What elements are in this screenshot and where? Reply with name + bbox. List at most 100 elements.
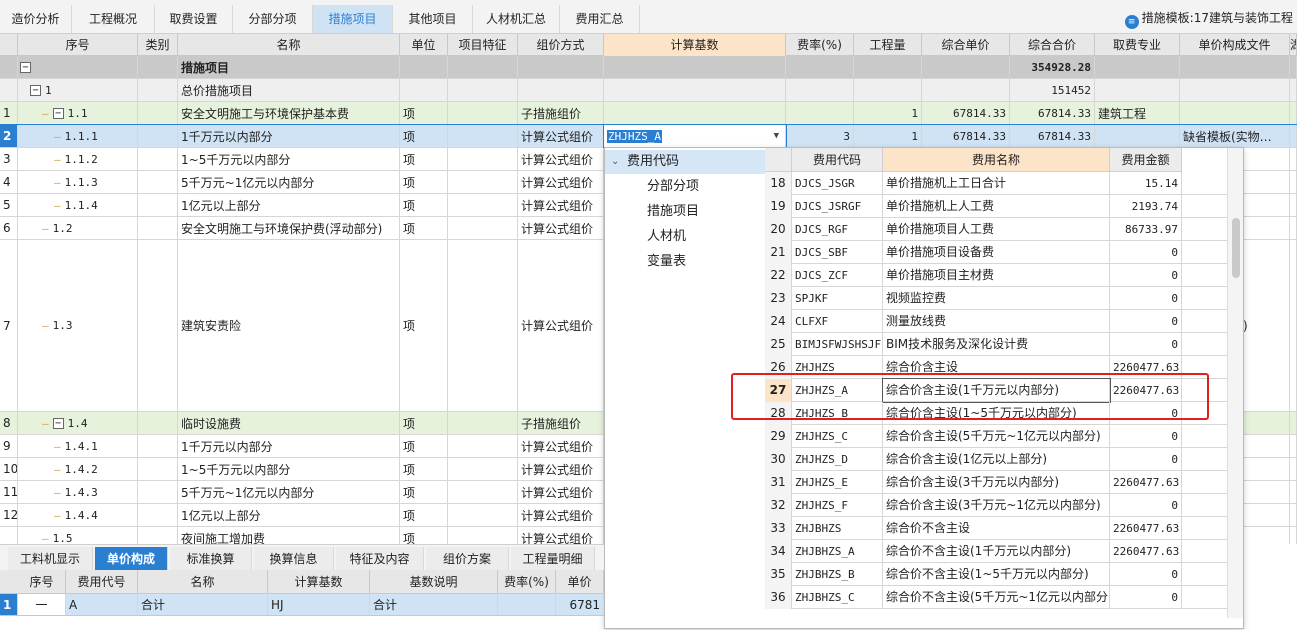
- cell-base[interactable]: [604, 102, 786, 124]
- fee-code-row[interactable]: 30 ZHJHZS_D 综合价含主设(1亿元以上部分) 0: [765, 448, 1243, 471]
- bottom-cell-name[interactable]: 合计: [138, 594, 268, 615]
- column-header-6[interactable]: 组价方式: [518, 34, 604, 56]
- bottom-header-6[interactable]: 单价: [556, 570, 604, 594]
- fee-code-row[interactable]: 20 DJCS_RGF 单价措施项目人工费 86733.97: [765, 218, 1243, 241]
- grid-row[interactable]: 2—1.1.1 1千万元以内部分项计算公式组价 ZHJHZS_A ▼ 3 1 67814.3…: [0, 124, 1297, 149]
- column-header-12[interactable]: 取费专业: [1095, 34, 1180, 56]
- fee-code-row[interactable]: 36 ZHJBHZS_C 综合价不含主设(5千万元~1亿元以内部分) 0: [765, 586, 1243, 609]
- bottom-header-5[interactable]: 费率(%): [498, 570, 556, 594]
- bottom-cell-desc[interactable]: 合计: [370, 594, 498, 615]
- column-header-5[interactable]: 项目特征: [448, 34, 518, 56]
- popup-header-1[interactable]: 费用代码: [792, 148, 883, 172]
- bottom-cell-base[interactable]: HJ: [268, 594, 370, 615]
- column-header-4[interactable]: 单位: [400, 34, 448, 56]
- measure-template-indicator[interactable]: ≡ 措施模板:17建筑与装饰工程: [1124, 9, 1293, 29]
- popup-header-2[interactable]: 费用名称: [883, 148, 1110, 172]
- expand-toggle[interactable]: −: [52, 417, 64, 429]
- column-header-0[interactable]: [0, 34, 18, 56]
- tab-5[interactable]: 其他项目: [393, 5, 473, 33]
- bottom-tab-0[interactable]: 工料机显示: [8, 547, 93, 571]
- tab-3[interactable]: 分部分项: [233, 5, 313, 33]
- tab-7[interactable]: 费用汇总: [560, 5, 640, 33]
- row-seq: 1.1.2: [64, 152, 98, 166]
- bottom-cell-price[interactable]: 6781: [556, 594, 604, 615]
- bottom-header-4[interactable]: 基数说明: [370, 570, 498, 594]
- tree-item-0[interactable]: ⌄ 费用代码: [605, 150, 765, 174]
- fee-code-row[interactable]: 24 CLFXF 测量放线费 0: [765, 310, 1243, 333]
- column-header-9[interactable]: 工程量: [854, 34, 922, 56]
- cell-name: 临时设施费: [178, 412, 400, 434]
- cell-name: 安全文明施工与环境保护费(浮动部分): [178, 217, 400, 239]
- popup-header-0[interactable]: [765, 148, 792, 172]
- cell-blank: [448, 148, 518, 170]
- cell-blank: [138, 171, 178, 193]
- fee-code-row[interactable]: 18 DJCS_JSGR 单价措施机上工日合计 15.14: [765, 172, 1243, 195]
- fee-code-row[interactable]: 23 SPJKF 视频监控费 0: [765, 287, 1243, 310]
- bottom-tab-2[interactable]: 标准换算: [170, 547, 252, 571]
- column-header-13[interactable]: 单价构成文件: [1180, 34, 1290, 56]
- fee-code-row[interactable]: 29 ZHJHZS_C 综合价含主设(5千万元~1亿元以内部分) 0: [765, 425, 1243, 448]
- cell-blank: [138, 125, 178, 147]
- fee-code-row[interactable]: 21 DJCS_SBF 单价措施项目设备费 0: [765, 241, 1243, 264]
- column-header-8[interactable]: 费率(%): [786, 34, 854, 56]
- cell-base[interactable]: [604, 79, 786, 101]
- bottom-cell-rate[interactable]: [498, 594, 556, 615]
- fee-code-row[interactable]: 32 ZHJHZS_F 综合价含主设(3千万元~1亿元以内部分) 0: [765, 494, 1243, 517]
- fee-code-row[interactable]: 35 ZHJBHZS_B 综合价不含主设(1~5千万元以内部分) 0: [765, 563, 1243, 586]
- tree-item-3[interactable]: 人材机: [605, 225, 765, 249]
- tree-item-4[interactable]: 变量表: [605, 250, 765, 274]
- fee-row-number: 32: [765, 494, 792, 517]
- bottom-cell-seq[interactable]: 一: [18, 594, 66, 615]
- bottom-tab-1[interactable]: 单价构成: [95, 547, 168, 571]
- fee-code: ZHJHZS_F: [792, 494, 883, 517]
- base-input-value[interactable]: ZHJHZS_A: [607, 129, 662, 143]
- column-header-2[interactable]: 类别: [138, 34, 178, 56]
- expand-toggle[interactable]: −: [30, 84, 41, 96]
- bottom-cell-code[interactable]: A: [66, 594, 138, 615]
- tree-item-1[interactable]: 分部分项: [605, 175, 765, 199]
- grid-row[interactable]: 1— −1.1 安全文明施工与环境保护基本费项子措施组价 1 67814.33 67814…: [0, 102, 1297, 125]
- expand-toggle[interactable]: −: [20, 61, 31, 73]
- cell-base[interactable]: ZHJHZS_A ▼: [603, 124, 787, 148]
- bottom-header-0[interactable]: 序号: [18, 570, 66, 594]
- fee-code-row[interactable]: 25 BIMJSFWJSHSJF BIM技术服务及深化设计费 0: [765, 333, 1243, 356]
- tab-4[interactable]: 措施项目: [313, 5, 393, 33]
- fee-code: ZHJBHZS_A: [792, 540, 883, 563]
- scrollbar-thumb[interactable]: [1232, 218, 1240, 278]
- cell-base[interactable]: [604, 56, 786, 78]
- bottom-tab-3[interactable]: 换算信息: [254, 547, 334, 571]
- tab-0[interactable]: 造价分析: [0, 5, 72, 33]
- bottom-header-2[interactable]: 名称: [138, 570, 268, 594]
- column-header-7[interactable]: 计算基数: [604, 34, 786, 56]
- grid-row[interactable]: − 措施项目 354928.28: [0, 56, 1297, 79]
- bottom-tab-4[interactable]: 特征及内容: [336, 547, 424, 571]
- cell-blank: [448, 412, 518, 434]
- popup-scrollbar[interactable]: [1227, 148, 1243, 618]
- fee-code-row[interactable]: 31 ZHJHZS_E 综合价含主设(3千万元以内部分) 2260477.63: [765, 471, 1243, 494]
- tab-2[interactable]: 取费设置: [155, 5, 233, 33]
- fee-code-row[interactable]: 22 DJCS_ZCF 单价措施项目主材费 0: [765, 264, 1243, 287]
- bottom-header-1[interactable]: 费用代号: [66, 570, 138, 594]
- column-header-3[interactable]: 名称: [178, 34, 400, 56]
- column-header-11[interactable]: 综合合价: [1010, 34, 1095, 56]
- fee-code-row[interactable]: 34 ZHJBHZS_A 综合价不含主设(1千万元以内部分) 2260477.63: [765, 540, 1243, 563]
- bottom-tab-5[interactable]: 组价方案: [426, 547, 509, 571]
- dropdown-arrow-icon[interactable]: ▼: [774, 131, 779, 141]
- fee-code-row[interactable]: 19 DJCS_JSRGF 单价措施机上人工费 2193.74: [765, 195, 1243, 218]
- tab-6[interactable]: 人材机汇总: [473, 5, 560, 33]
- tab-1[interactable]: 工程概况: [72, 5, 155, 33]
- fee-code-row[interactable]: 33 ZHJBHZS 综合价不含主设 2260477.63: [765, 517, 1243, 540]
- column-header-14[interactable]: 湖: [1290, 34, 1297, 56]
- unit-price-composition-row[interactable]: 1 一 A 合计 HJ 合计 6781: [0, 594, 604, 616]
- chevron-down-icon[interactable]: ⌄: [611, 150, 619, 174]
- cell-blank: [448, 56, 518, 78]
- fee-code: ZHJBHZS_C: [792, 586, 883, 609]
- column-header-10[interactable]: 综合单价: [922, 34, 1010, 56]
- column-header-1[interactable]: 序号: [18, 34, 138, 56]
- bottom-tab-6[interactable]: 工程量明细: [511, 547, 595, 571]
- expand-toggle[interactable]: −: [52, 107, 64, 119]
- grid-row[interactable]: −1 总价措施项目 151452: [0, 79, 1297, 102]
- bottom-header-3[interactable]: 计算基数: [268, 570, 370, 594]
- popup-header-3[interactable]: 费用金额: [1110, 148, 1182, 172]
- tree-item-2[interactable]: 措施项目: [605, 200, 765, 224]
